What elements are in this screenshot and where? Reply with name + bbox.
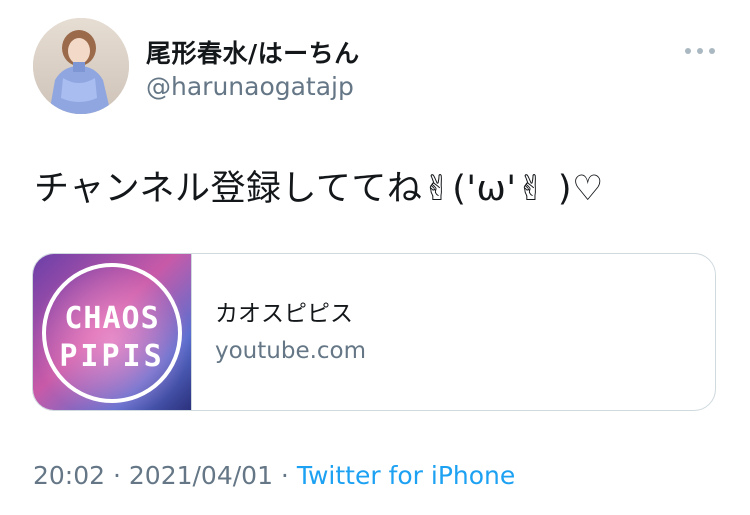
tweet-text: チャンネル登録しててね✌︎('ω'✌︎ )♡ (34, 169, 604, 209)
author-avatar[interactable] (33, 18, 129, 114)
user-avatar-photo-icon (33, 18, 129, 114)
chaos-pipis-logo-icon: CHAOS PIPIS (33, 254, 191, 410)
card-thumbnail[interactable]: CHAOS PIPIS (33, 254, 192, 410)
more-options-button[interactable] (680, 36, 720, 66)
author-display-name[interactable]: 尾形春水/はーちん (146, 34, 360, 70)
tweet-meta: 20:02 · 2021/04/01 · Twitter for iPhone (33, 461, 515, 490)
thumbnail-text-line2: PIPIS (59, 339, 164, 374)
card-domain: youtube.com (215, 338, 367, 364)
author-handle[interactable]: @harunaogatajp (146, 72, 354, 101)
meta-separator: · (105, 461, 129, 490)
tweet-date[interactable]: 2021/04/01 (129, 461, 273, 490)
link-card[interactable]: CHAOS PIPIS カオスピピス youtube.com (32, 253, 716, 411)
tweet: 尾形春水/はーちん @harunaogatajp チャンネル登録しててね✌︎('… (0, 0, 750, 515)
tweet-source-link[interactable]: Twitter for iPhone (297, 461, 515, 490)
meta-separator: · (272, 461, 297, 490)
thumbnail-text-line1: CHAOS (64, 301, 159, 336)
more-options-icon (685, 48, 715, 54)
card-title: カオスピピス (215, 301, 353, 327)
tweet-time[interactable]: 20:02 (33, 461, 105, 490)
